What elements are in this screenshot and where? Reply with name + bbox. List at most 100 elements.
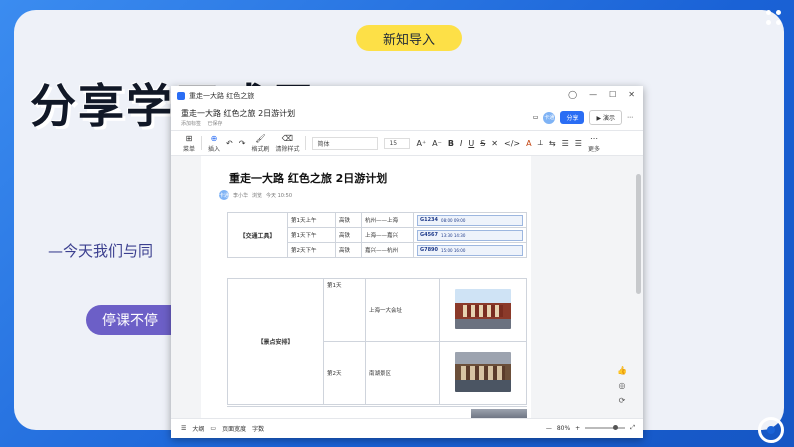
page-width-label[interactable]: 页面宽度 bbox=[222, 424, 246, 433]
toolbar-divider bbox=[305, 136, 307, 150]
add-tag-link[interactable]: 添加标签 bbox=[181, 121, 201, 127]
comment-icon[interactable]: ◎ bbox=[619, 381, 626, 390]
history-icon[interactable]: ⟳ bbox=[619, 396, 626, 405]
underline-icon[interactable]: U bbox=[468, 139, 474, 148]
font-family-select[interactable]: 简体 bbox=[312, 136, 379, 150]
table-cell: 高铁 bbox=[335, 212, 362, 228]
more-button[interactable]: ⋯ 更多 bbox=[588, 134, 600, 153]
next-table-preview bbox=[227, 406, 527, 419]
format-toolbar: ⊞ 菜单 ⊕ 插入 ↶ ↷ 🖌 格式刷 ⌫ 清除样式 简体 15 A⁺ A⁻ B… bbox=[171, 130, 643, 156]
redo-icon: ↷ bbox=[238, 138, 246, 148]
vertical-scrollbar[interactable] bbox=[636, 174, 641, 294]
table-row: 【景点安排】 第1天 上海一大会址 bbox=[227, 278, 527, 405]
author-name: 李小华 bbox=[233, 192, 249, 199]
train-times: 15:00 16:00 bbox=[441, 247, 466, 253]
table-cell: 上海——嘉兴 bbox=[361, 227, 414, 243]
transport-category: 【交通工具】 bbox=[227, 212, 288, 258]
document-canvas[interactable]: 重走一大路 红色之旅 2日游计划 卡通 李小华 浏览 今天 10:50 【交通工… bbox=[171, 156, 643, 419]
align-icon[interactable]: ⇆ bbox=[549, 139, 556, 148]
window-title: 重走一大路 红色之旅 bbox=[189, 92, 255, 100]
bold-icon[interactable]: B bbox=[448, 139, 454, 148]
format-painter-label: 格式刷 bbox=[251, 145, 270, 153]
section-pill: 新知导入 bbox=[356, 25, 462, 51]
outline-icon[interactable]: ☰ bbox=[181, 425, 186, 432]
ticket-cell: G7890 15:00 16:00 bbox=[413, 242, 527, 258]
insert-icon: ⊕ bbox=[210, 133, 218, 143]
outline-label[interactable]: 大纲 bbox=[192, 424, 204, 433]
close-icon[interactable]: ✕ bbox=[628, 90, 635, 99]
page-width-icon[interactable]: ▭ bbox=[210, 425, 216, 432]
video-icon[interactable]: ▭ bbox=[533, 114, 539, 121]
indent-icon[interactable]: ☰ bbox=[575, 139, 582, 148]
grid-icon: ⊞ bbox=[185, 133, 193, 143]
zoom-slider-knob[interactable] bbox=[613, 425, 619, 430]
menu-button[interactable]: ⊞ 菜单 bbox=[183, 134, 195, 153]
insert-button[interactable]: ⊕ 插入 bbox=[208, 134, 220, 153]
list-icon[interactable]: ☰ bbox=[562, 139, 569, 148]
document-icon bbox=[177, 92, 185, 100]
font-size-select[interactable]: 15 bbox=[384, 137, 411, 149]
table-cell: 高铁 bbox=[335, 227, 362, 243]
present-label: 演示 bbox=[602, 115, 615, 122]
decorative-dots bbox=[762, 4, 788, 44]
menu-label: 菜单 bbox=[183, 145, 196, 153]
highlight-icon[interactable]: ⟂ bbox=[538, 138, 543, 148]
edit-time: 今天 10:50 bbox=[266, 192, 293, 199]
present-button[interactable]: ▶ 演示 bbox=[589, 110, 622, 125]
grow-font-icon[interactable]: A⁺ bbox=[416, 139, 426, 148]
zoom-control: — 80% + ⤢ bbox=[546, 424, 635, 432]
font-color-icon[interactable]: A bbox=[526, 139, 531, 148]
status-bar: ☰ 大纲 ▭ 页面宽度 字数 — 80% + ⤢ bbox=[171, 418, 643, 438]
paint-icon: 🖌 bbox=[255, 133, 266, 143]
table-cell: 嘉兴——杭州 bbox=[361, 242, 414, 258]
doc-title: 重走一大路 红色之旅 2日游计划 bbox=[229, 172, 388, 185]
site-photo[interactable] bbox=[455, 289, 511, 329]
clear-style-button[interactable]: ⌫ 清除样式 bbox=[275, 134, 299, 153]
thumbs-up-icon[interactable]: 👍 bbox=[617, 366, 627, 375]
zoom-in-icon[interactable]: + bbox=[575, 425, 580, 432]
train-code: G7890 bbox=[420, 247, 439, 253]
table-cell: 上海一大会址 bbox=[365, 278, 440, 342]
photo-cell bbox=[439, 341, 527, 405]
eraser-icon: ⌫ bbox=[281, 133, 294, 143]
word-count-label[interactable]: 字数 bbox=[252, 424, 264, 433]
table-cell: 第1天上午 bbox=[287, 212, 336, 228]
sights-table: 【景点安排】 第1天 上海一大会址 第2天 南湖景区 bbox=[227, 278, 527, 405]
italic-icon[interactable]: I bbox=[460, 139, 462, 148]
more-menu-icon[interactable]: ⋯ bbox=[627, 114, 633, 121]
transport-table: 【交通工具】 第1天上午 高铁 杭州——上海 G1234 08:00 09:00 … bbox=[227, 212, 527, 258]
strikethrough-icon[interactable]: S bbox=[480, 139, 485, 148]
undo-button[interactable]: ↶ bbox=[226, 139, 233, 148]
table-cell: 第1天 bbox=[323, 278, 366, 342]
table-row: 【交通工具】 第1天上午 高铁 杭州——上海 G1234 08:00 09:00 bbox=[227, 212, 527, 258]
format-painter-button[interactable]: 🖌 格式刷 bbox=[251, 134, 269, 153]
table-cell: 第2天 bbox=[323, 341, 366, 405]
ticket-card: G7890 15:00 16:00 bbox=[417, 244, 523, 256]
table-cell: 第1天下午 bbox=[287, 227, 336, 243]
table-cell: 第2天下午 bbox=[287, 242, 336, 258]
ticket-cell: G4567 13:30 14:30 bbox=[413, 227, 527, 243]
train-times: 13:30 14:30 bbox=[441, 232, 466, 238]
minimize-icon[interactable]: — bbox=[589, 90, 597, 99]
avatar[interactable]: 卡通 bbox=[543, 111, 556, 124]
ticket-card: G4567 13:30 14:30 bbox=[417, 229, 523, 241]
zoom-slider[interactable] bbox=[585, 425, 626, 430]
document-page[interactable]: 重走一大路 红色之旅 2日游计划 卡通 李小华 浏览 今天 10:50 【交通工… bbox=[201, 156, 531, 419]
zoom-value[interactable]: 80% bbox=[557, 425, 570, 432]
photo-cell bbox=[439, 278, 527, 342]
shrink-font-icon[interactable]: A⁻ bbox=[432, 139, 442, 148]
fullscreen-icon[interactable]: ⤢ bbox=[630, 424, 635, 432]
redo-button[interactable]: ↷ bbox=[239, 139, 246, 148]
code-icon[interactable]: </> bbox=[504, 139, 520, 148]
site-photo[interactable] bbox=[455, 352, 511, 392]
train-code: G4567 bbox=[420, 232, 439, 238]
doc-meta-line: 添加标签 已保存 bbox=[181, 120, 222, 127]
ticket-cell: G1234 08:00 09:00 bbox=[413, 212, 527, 228]
train-times: 08:00 09:00 bbox=[441, 217, 466, 223]
share-button[interactable]: 分享 bbox=[560, 111, 585, 124]
clear-format-icon[interactable]: ✕ bbox=[491, 139, 498, 148]
clear-style-label: 清除样式 bbox=[275, 145, 300, 153]
maximize-icon[interactable]: ☐ bbox=[609, 90, 616, 99]
pin-icon[interactable]: ◯ bbox=[568, 90, 577, 99]
zoom-out-icon[interactable]: — bbox=[546, 425, 552, 432]
